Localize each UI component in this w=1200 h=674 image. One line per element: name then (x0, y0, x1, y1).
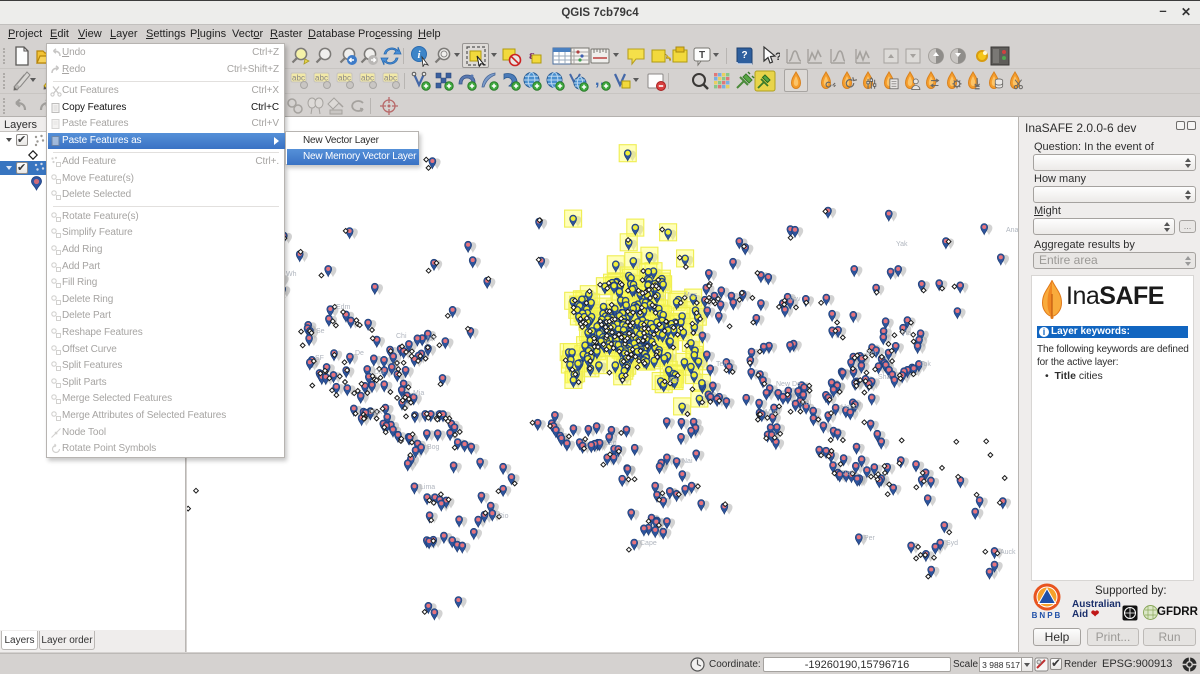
svg-text:Teh: Teh (716, 361, 727, 368)
svg-text:Mos: Mos (684, 292, 698, 299)
svg-text:Dal: Dal (374, 369, 385, 376)
svg-text:Se: Se (316, 328, 325, 335)
svg-text:New De: New De (776, 381, 801, 388)
svg-text:Mex: Mex (369, 409, 383, 416)
svg-text:Auck: Auck (1000, 549, 1016, 556)
svg-text:Edm: Edm (336, 304, 351, 311)
svg-text:Cai: Cai (669, 377, 680, 384)
svg-text:Mum: Mum (765, 409, 781, 416)
svg-text:NY: NY (427, 336, 437, 343)
svg-text:De: De (355, 350, 364, 357)
svg-text:Bei: Bei (866, 350, 877, 357)
svg-text:SF: SF (315, 355, 324, 362)
svg-text:Hano: Hano (841, 404, 858, 411)
svg-text:Rio: Rio (498, 513, 509, 520)
svg-text:Jak: Jak (843, 470, 854, 477)
svg-text:Vla: Vla (901, 330, 911, 337)
svg-text:Syd: Syd (946, 540, 958, 547)
svg-text:Bog: Bog (427, 444, 440, 451)
svg-text:?: ? (775, 51, 780, 63)
svg-text:,: , (595, 72, 599, 89)
svg-text:Per: Per (864, 535, 876, 542)
svg-text:BNPB: BNPB (1032, 611, 1063, 619)
svg-text:Cape: Cape (640, 540, 657, 547)
svg-text:Tok: Tok (920, 361, 931, 368)
svg-text:Ana: Ana (1006, 227, 1018, 234)
svg-text:Yak: Yak (896, 241, 908, 248)
svg-text:T: T (699, 50, 705, 61)
svg-text:Lima: Lima (420, 484, 435, 491)
svg-text:Sha: Sha (878, 374, 891, 381)
svg-text:Wh: Wh (286, 271, 297, 278)
svg-text:Mia: Mia (413, 390, 424, 397)
svg-text:Lag: Lag (605, 440, 617, 447)
svg-text:Nai: Nai (682, 458, 693, 465)
svg-text:Chi: Chi (396, 333, 407, 340)
svg-text:Nov: Nov (788, 296, 801, 303)
svg-text:Kol: Kol (801, 400, 812, 407)
svg-text:?: ? (741, 50, 747, 61)
